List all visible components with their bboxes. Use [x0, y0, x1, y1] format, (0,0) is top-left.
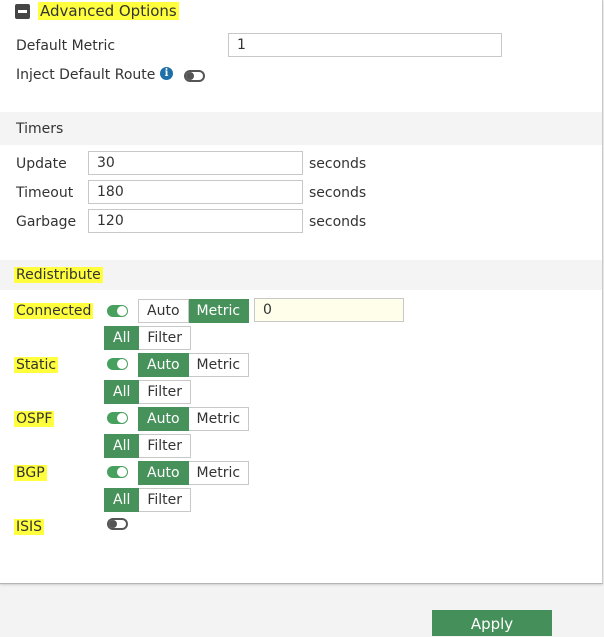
- connected-toggle[interactable]: [107, 305, 128, 317]
- redistribute-ospf-label: OSPF: [14, 411, 55, 427]
- ospf-all-option[interactable]: All: [104, 434, 140, 458]
- timeout-unit: seconds: [309, 185, 367, 201]
- timeout-input[interactable]: 180: [88, 180, 303, 204]
- bgp-mode-selector: Auto Metric: [138, 461, 250, 485]
- inject-default-route-toggle[interactable]: [184, 70, 205, 82]
- timers-title: Timers: [16, 121, 64, 137]
- redistribute-isis-label: ISIS: [14, 519, 45, 535]
- apply-button[interactable]: Apply: [432, 610, 552, 636]
- redistribute-title: Redistribute: [14, 267, 103, 283]
- bgp-auto-option[interactable]: Auto: [138, 461, 189, 485]
- advanced-options-panel: Advanced Options Default Metric 1 Inject…: [0, 0, 603, 584]
- bgp-all-option[interactable]: All: [104, 488, 140, 512]
- update-label: Update: [16, 156, 67, 172]
- static-auto-option[interactable]: Auto: [138, 353, 189, 377]
- bgp-filter-selector: All Filter: [104, 488, 192, 512]
- default-metric-label: Default Metric: [16, 38, 116, 54]
- garbage-input[interactable]: 120: [88, 209, 303, 233]
- garbage-label: Garbage: [16, 214, 77, 230]
- update-unit: seconds: [309, 156, 367, 172]
- connected-filter-option[interactable]: Filter: [139, 326, 192, 350]
- update-input[interactable]: 30: [88, 151, 303, 175]
- connected-all-option[interactable]: All: [104, 326, 140, 350]
- static-metric-option[interactable]: Metric: [188, 353, 250, 377]
- redistribute-static-label: Static: [14, 357, 59, 373]
- connected-metric-option[interactable]: Metric: [188, 299, 250, 323]
- ospf-mode-selector: Auto Metric: [138, 407, 250, 431]
- connected-metric-input[interactable]: 0: [254, 298, 404, 322]
- isis-toggle[interactable]: [107, 518, 128, 530]
- static-mode-selector: Auto Metric: [138, 353, 250, 377]
- static-toggle[interactable]: [107, 358, 128, 370]
- redistribute-bgp-label: BGP: [14, 465, 47, 481]
- static-filter-option[interactable]: Filter: [139, 380, 192, 404]
- redistribute-connected-label: Connected: [14, 303, 94, 319]
- ospf-filter-option[interactable]: Filter: [139, 434, 192, 458]
- garbage-unit: seconds: [309, 214, 367, 230]
- bgp-filter-option[interactable]: Filter: [139, 488, 192, 512]
- collapse-icon[interactable]: [15, 4, 30, 19]
- inject-default-route-label: Inject Default Route: [16, 67, 156, 83]
- connected-filter-selector: All Filter: [104, 326, 192, 350]
- info-icon[interactable]: i: [160, 67, 173, 80]
- ospf-filter-selector: All Filter: [104, 434, 192, 458]
- connected-mode-selector: Auto Metric: [138, 299, 250, 323]
- ospf-toggle[interactable]: [107, 412, 128, 424]
- default-metric-input[interactable]: 1: [228, 33, 502, 57]
- bgp-toggle[interactable]: [107, 466, 128, 478]
- advanced-options-title: Advanced Options: [38, 2, 179, 20]
- bgp-metric-option[interactable]: Metric: [188, 461, 250, 485]
- connected-auto-option[interactable]: Auto: [138, 299, 189, 323]
- timers-section-header: [0, 112, 602, 145]
- static-all-option[interactable]: All: [104, 380, 140, 404]
- ospf-auto-option[interactable]: Auto: [138, 407, 189, 431]
- ospf-metric-option[interactable]: Metric: [188, 407, 250, 431]
- timeout-label: Timeout: [16, 185, 74, 201]
- static-filter-selector: All Filter: [104, 380, 192, 404]
